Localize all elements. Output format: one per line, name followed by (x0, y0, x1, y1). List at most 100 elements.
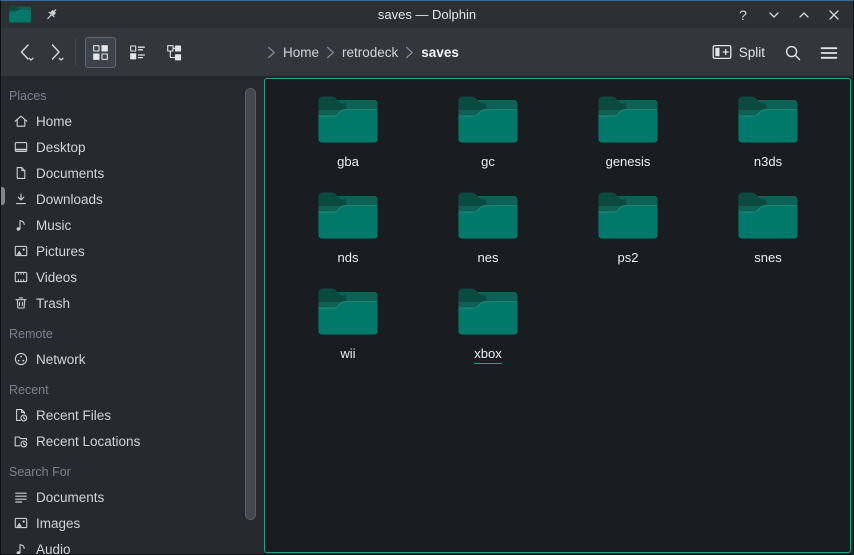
folder-label: xbox (474, 346, 501, 364)
document-lines-icon (13, 489, 30, 506)
breadcrumb-arrow-icon[interactable] (326, 46, 335, 59)
sidebar-item-videos[interactable]: Videos (1, 264, 241, 290)
folder-icon (458, 192, 518, 242)
panel-edge-handle[interactable] (1, 187, 5, 205)
folder-label: gc (481, 154, 495, 170)
close-button[interactable] (821, 4, 845, 26)
pin-icon[interactable] (43, 6, 60, 23)
window-controls: ? (731, 4, 845, 26)
sidebar-item-documents[interactable]: Documents (1, 484, 241, 510)
sidebar-item-label: Recent Locations (36, 434, 140, 449)
sidebar-item-label: Recent Files (36, 408, 111, 423)
image-icon (13, 515, 30, 532)
forward-button[interactable] (41, 35, 69, 69)
folder-item[interactable]: wii (278, 284, 418, 380)
sidebar-section-header: Search For (1, 460, 241, 484)
sidebar-item-label: Documents (36, 166, 104, 181)
document-icon (13, 165, 30, 182)
sidebar-item-label: Music (36, 218, 71, 233)
folder-item[interactable]: gba (278, 92, 418, 188)
folder-item[interactable]: n3ds (698, 92, 838, 188)
sidebar-item-downloads[interactable]: Downloads (1, 186, 241, 212)
maximize-button[interactable] (791, 4, 815, 26)
sidebar-item-label: Pictures (36, 244, 85, 259)
folder-icon (318, 96, 378, 146)
minimize-button[interactable] (761, 4, 785, 26)
folder-label: ps2 (618, 250, 639, 266)
window-body: Places Home Desktop Documents Downloads … (1, 77, 853, 554)
folder-item[interactable]: xbox (418, 284, 558, 380)
folder-label: nes (478, 250, 499, 266)
music-note-icon (13, 217, 30, 234)
details-view-button[interactable] (122, 37, 153, 68)
sidebar-item-label: Downloads (36, 192, 103, 207)
image-icon (13, 243, 30, 260)
folder-label: nds (338, 250, 359, 266)
sidebar-item-network[interactable]: Network (1, 346, 241, 372)
toolbar-separator (75, 39, 76, 65)
folder-grid: gba gc genesis n3ds nds (265, 79, 839, 380)
help-button[interactable]: ? (731, 4, 755, 26)
split-label: Split (739, 45, 765, 60)
folder-label: genesis (606, 154, 651, 170)
sidebar-item-label: Trash (36, 296, 70, 311)
scrollbar-track[interactable] (241, 77, 264, 554)
breadcrumb-arrow-icon[interactable] (405, 46, 414, 59)
back-button[interactable] (13, 35, 41, 69)
folder-icon (738, 96, 798, 146)
window-title: saves — Dolphin (1, 7, 853, 22)
search-button[interactable] (777, 37, 807, 67)
sidebar-item-label: Network (36, 352, 86, 367)
sidebar-section-header: Remote (1, 322, 241, 346)
sidebar-section: Remote Network (1, 322, 241, 372)
folder-item[interactable]: nes (418, 188, 558, 284)
places-panel: Places Home Desktop Documents Downloads … (1, 77, 241, 554)
folder-icon (318, 288, 378, 338)
split-button[interactable]: Split (706, 39, 771, 65)
titlebar: saves — Dolphin ? (1, 1, 853, 28)
sidebar-item-trash[interactable]: Trash (1, 290, 241, 316)
breadcrumb-item[interactable]: Home (283, 45, 319, 60)
sidebar-item-images[interactable]: Images (1, 510, 241, 536)
breadcrumb-item[interactable]: saves (421, 45, 459, 60)
sidebar-item-music[interactable]: Music (1, 212, 241, 238)
sidebar-item-audio[interactable]: Audio (1, 536, 241, 554)
folder-item[interactable]: ps2 (558, 188, 698, 284)
sidebar-item-desktop[interactable]: Desktop (1, 134, 241, 160)
menu-button[interactable] (813, 37, 843, 67)
sidebar-item-pictures[interactable]: Pictures (1, 238, 241, 264)
breadcrumb-arrow-icon[interactable] (267, 46, 276, 59)
sidebar-section: Recent Recent Files Recent Locations (1, 378, 241, 454)
tree-view-button[interactable] (159, 37, 190, 68)
folder-item[interactable]: nds (278, 188, 418, 284)
sidebar-item-documents[interactable]: Documents (1, 160, 241, 186)
folder-icon (738, 192, 798, 242)
sidebar-item-recent-files[interactable]: Recent Files (1, 402, 241, 428)
sidebar-section: Places Home Desktop Documents Downloads … (1, 84, 241, 316)
folder-item[interactable]: genesis (558, 92, 698, 188)
download-icon (13, 191, 30, 208)
icons-view-button[interactable] (85, 37, 116, 68)
folder-item[interactable]: gc (418, 92, 558, 188)
film-icon (13, 269, 30, 286)
sidebar-item-label: Videos (36, 270, 77, 285)
trash-icon (13, 295, 30, 312)
split-icon (712, 43, 732, 61)
sidebar-item-recent-locations[interactable]: Recent Locations (1, 428, 241, 454)
dolphin-window: saves — Dolphin ? Home retrodeck saves Spl… (0, 0, 854, 555)
toolbar-right: Split (706, 28, 843, 76)
recent-locations-icon (13, 433, 30, 450)
sidebar-section: Search For Documents Images Audio (1, 460, 241, 554)
folder-label: n3ds (754, 154, 782, 170)
sidebar-item-home[interactable]: Home (1, 108, 241, 134)
desktop-icon (13, 139, 30, 156)
folder-label: wii (340, 346, 355, 362)
folder-label: snes (754, 250, 781, 266)
folder-item[interactable]: snes (698, 188, 838, 284)
breadcrumb-item[interactable]: retrodeck (342, 45, 398, 60)
sidebar-item-label: Home (36, 114, 72, 129)
scrollbar-handle[interactable] (245, 88, 256, 520)
sidebar-item-label: Audio (36, 542, 71, 555)
folder-icon (458, 96, 518, 146)
sidebar-item-label: Images (36, 516, 80, 531)
